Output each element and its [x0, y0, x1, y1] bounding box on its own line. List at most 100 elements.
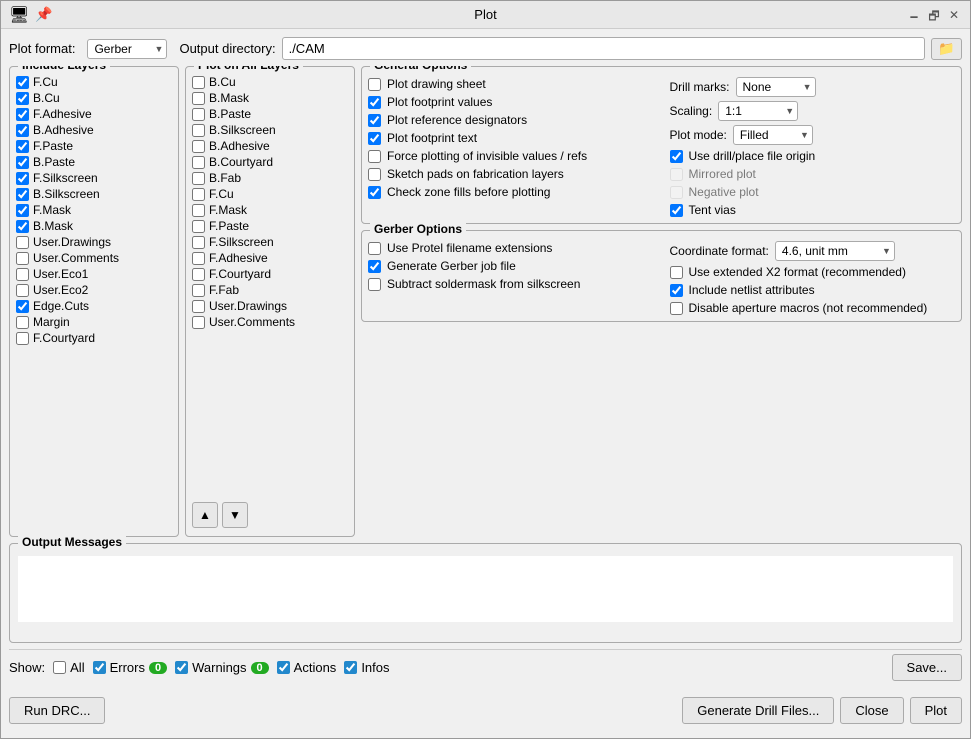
include-layer-cb-usereco1[interactable] — [16, 268, 29, 281]
plot-all-layer-cb-userdrawings[interactable] — [192, 300, 205, 313]
cb-show-errors[interactable] — [93, 661, 106, 674]
plot-all-layer-cb-bcourtyard[interactable] — [192, 156, 205, 169]
cb-plot-footprint-values[interactable] — [368, 96, 381, 109]
include-layer-label: F.Mask — [33, 203, 71, 217]
opt-plot-drawing-sheet: Plot drawing sheet — [368, 77, 654, 91]
plot-all-layer-cb-bmask[interactable] — [192, 92, 205, 105]
save-button[interactable]: Save... — [892, 654, 962, 681]
cb-show-infos[interactable] — [344, 661, 357, 674]
cb-tent-vias[interactable] — [670, 204, 683, 217]
cb-check-zone-fills[interactable] — [368, 186, 381, 199]
lbl-plot-ref-designators: Plot reference designators — [387, 113, 527, 127]
cb-subtract-soldermask[interactable] — [368, 278, 381, 291]
cb-sketch-pads[interactable] — [368, 168, 381, 181]
include-layer-cb-fsilkscreen[interactable] — [16, 172, 29, 185]
plot-all-layer-label: B.Silkscreen — [209, 123, 276, 137]
move-down-button[interactable]: ▼ — [222, 502, 248, 528]
lbl-use-extended-x2: Use extended X2 format (recommended) — [689, 265, 906, 279]
cb-force-plotting[interactable] — [368, 150, 381, 163]
output-dir-input[interactable] — [282, 37, 926, 60]
plot-all-layer-label: B.Cu — [209, 75, 236, 89]
plot-all-layer-cb-bsilkscreen[interactable] — [192, 124, 205, 137]
lbl-drill-marks: Drill marks: — [670, 80, 730, 94]
plot-all-layer-cb-fpaste[interactable] — [192, 220, 205, 233]
plot-all-layer-cb-fsilkscreen[interactable] — [192, 236, 205, 249]
cb-disable-aperture[interactable] — [670, 302, 683, 315]
cb-plot-footprint-text[interactable] — [368, 132, 381, 145]
plot-all-layer-cb-fmask[interactable] — [192, 204, 205, 217]
filter-all: All — [53, 660, 84, 675]
plot-all-layer-cb-fadhesive[interactable] — [192, 252, 205, 265]
include-layer-cb-edgecuts[interactable] — [16, 300, 29, 313]
plot-format-select[interactable]: Gerber SVG PDF PS DXF HPGL — [87, 39, 167, 59]
cb-show-actions[interactable] — [277, 661, 290, 674]
include-layer-cb-usereco2[interactable] — [16, 284, 29, 297]
plot-all-layer-cb-ffab[interactable] — [192, 284, 205, 297]
cb-generate-gerber-job[interactable] — [368, 260, 381, 273]
plot-all-layer-cb-fcourtyard[interactable] — [192, 268, 205, 281]
filter-warnings: Warnings 0 — [175, 660, 269, 675]
move-up-button[interactable]: ▲ — [192, 502, 218, 528]
plot-all-layer-label: User.Drawings — [209, 299, 287, 313]
lbl-include-netlist: Include netlist attributes — [689, 283, 815, 297]
cb-show-all[interactable] — [53, 661, 66, 674]
include-layer-cb-fpaste[interactable] — [16, 140, 29, 153]
opt-generate-gerber-job: Generate Gerber job file — [368, 259, 654, 273]
cb-negative-plot[interactable] — [670, 186, 683, 199]
title-bar-left: 🖥 📌 — [9, 5, 53, 25]
drill-marks-select[interactable]: None Small Full — [736, 77, 816, 97]
cb-mirrored-plot[interactable] — [670, 168, 683, 181]
cb-use-protel[interactable] — [368, 242, 381, 255]
plot-all-layer-cb-fcu[interactable] — [192, 188, 205, 201]
generate-drill-button[interactable]: Generate Drill Files... — [682, 697, 834, 724]
browse-folder-button[interactable]: 📁 — [931, 38, 962, 60]
lbl-use-protel: Use Protel filename extensions — [387, 241, 552, 255]
general-options-left: Plot drawing sheet Plot footprint values… — [368, 77, 654, 217]
plot-all-layer-cb-bfab[interactable] — [192, 172, 205, 185]
plot-all-layer-cb-bcu[interactable] — [192, 76, 205, 89]
include-layer-item: B.Paste — [16, 155, 172, 169]
opt-plot-footprint-text: Plot footprint text — [368, 131, 654, 145]
include-layer-label: Edge.Cuts — [33, 299, 89, 313]
lbl-actions: Actions — [294, 660, 337, 675]
coord-format-select[interactable]: 4.6, unit mm 4.5, unit mm 4.6, unit in — [775, 241, 895, 261]
include-layer-cb-fcu[interactable] — [16, 76, 29, 89]
close-button[interactable]: ✕ — [946, 7, 962, 23]
lbl-disable-aperture: Disable aperture macros (not recommended… — [689, 301, 928, 315]
include-layer-cb-bpaste[interactable] — [16, 156, 29, 169]
include-layer-cb-bmask[interactable] — [16, 220, 29, 233]
include-layer-cb-fcourtyard[interactable] — [16, 332, 29, 345]
title-bar: 🖥 📌 Plot 🗕 🗗 ✕ — [1, 1, 970, 29]
cb-show-warnings[interactable] — [175, 661, 188, 674]
include-layer-cb-bsilkscreen[interactable] — [16, 188, 29, 201]
include-layer-cb-fadhesive[interactable] — [16, 108, 29, 121]
plot-all-layer-cb-bpaste[interactable] — [192, 108, 205, 121]
close-dialog-button[interactable]: Close — [840, 697, 903, 724]
opt-drill-marks: Drill marks: None Small Full — [670, 77, 956, 97]
plot-all-layer-cb-badhesive[interactable] — [192, 140, 205, 153]
cb-use-extended-x2[interactable] — [670, 266, 683, 279]
plot-all-layer-item: B.Mask — [192, 91, 348, 105]
opt-use-extended-x2: Use extended X2 format (recommended) — [670, 265, 956, 279]
include-layer-cb-userdrawings[interactable] — [16, 236, 29, 249]
minimize-button[interactable]: 🗕 — [906, 7, 922, 23]
cb-plot-ref-designators[interactable] — [368, 114, 381, 127]
include-layer-cb-bcu[interactable] — [16, 92, 29, 105]
include-layer-cb-margin[interactable] — [16, 316, 29, 329]
action-buttons: Run DRC... Generate Drill Files... Close… — [9, 691, 962, 730]
cb-include-netlist[interactable] — [670, 284, 683, 297]
maximize-button[interactable]: 🗗 — [926, 7, 942, 23]
include-layer-cb-usercomments[interactable] — [16, 252, 29, 265]
run-drc-button[interactable]: Run DRC... — [9, 697, 105, 724]
plot-mode-select[interactable]: Filled Sketch — [733, 125, 813, 145]
errors-badge: 0 — [149, 662, 167, 674]
window-title: Plot — [474, 7, 496, 22]
include-layer-cb-fmask[interactable] — [16, 204, 29, 217]
cb-use-drill-origin[interactable] — [670, 150, 683, 163]
scaling-select[interactable]: 1:1 1:2 2:1 — [718, 101, 798, 121]
lbl-negative-plot: Negative plot — [689, 185, 759, 199]
cb-plot-drawing-sheet[interactable] — [368, 78, 381, 91]
plot-all-layer-cb-usercomments[interactable] — [192, 316, 205, 329]
include-layer-cb-badhesive[interactable] — [16, 124, 29, 137]
plot-button[interactable]: Plot — [910, 697, 962, 724]
